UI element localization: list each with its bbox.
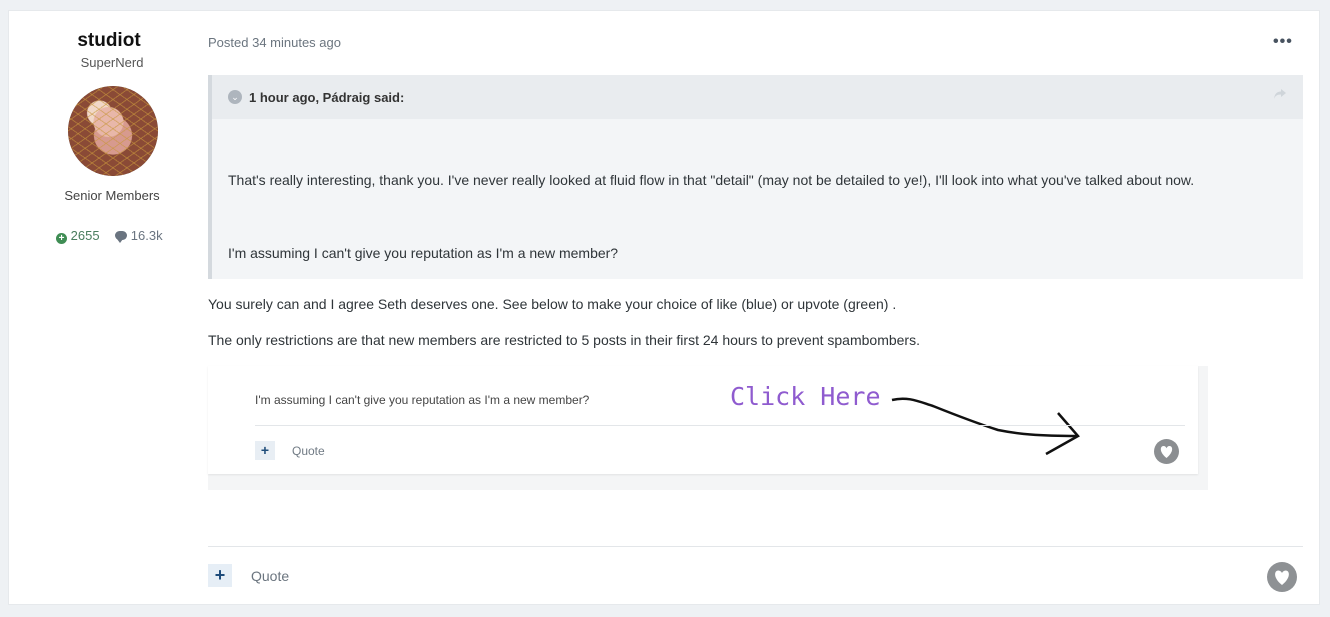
divider [255, 425, 1185, 426]
quote-citation: 1 hour ago, Pádraig said: [249, 90, 405, 105]
author-group: Senior Members [64, 188, 160, 203]
arrow-annotation-icon [891, 397, 1080, 456]
post-paragraph: You surely can and I agree Seth deserves… [208, 296, 897, 312]
quote-paragraph: I'm assuming I can't give you reputation… [228, 245, 619, 261]
post-count: 16.3k [115, 228, 163, 243]
quote-button[interactable]: Quote [251, 568, 289, 584]
embedded-image: I'm assuming I can't give you reputation… [208, 366, 1208, 490]
post-timestamp[interactable]: Posted 34 minutes ago [208, 35, 341, 50]
plus-icon: + [255, 441, 275, 460]
author-stats: + 2655 16.3k [56, 228, 163, 244]
author-title: SuperNerd [80, 55, 144, 70]
multiquote-button[interactable]: + [208, 564, 232, 587]
comment-icon [115, 231, 128, 243]
heart-icon [1154, 439, 1179, 464]
quote-paragraph: That's really interesting, thank you. I'… [228, 172, 1195, 188]
embedded-card: I'm assuming I can't give you reputation… [208, 366, 1198, 474]
share-icon[interactable] [1273, 87, 1287, 103]
heart-icon [1275, 570, 1289, 585]
avatar[interactable] [68, 86, 158, 176]
post-paragraph: The only restrictions are that new membe… [208, 332, 920, 348]
ellipsis-icon[interactable]: ••• [1273, 33, 1293, 51]
quote-block: ⌄ 1 hour ago, Pádraig said: That's reall… [208, 75, 1303, 279]
divider [208, 546, 1303, 547]
reputation-count[interactable]: + 2655 [56, 228, 103, 244]
chevron-down-icon[interactable]: ⌄ [228, 90, 242, 104]
reaction-heart-button[interactable] [1267, 562, 1297, 592]
plus-circle-icon: + [56, 233, 67, 244]
quote-header: ⌄ 1 hour ago, Pádraig said: [212, 75, 1303, 119]
forum-post: studiot SuperNerd Senior Members + 2655 … [9, 11, 1319, 604]
author-name[interactable]: studiot [9, 30, 209, 52]
embedded-quote-label: Quote [292, 444, 325, 458]
